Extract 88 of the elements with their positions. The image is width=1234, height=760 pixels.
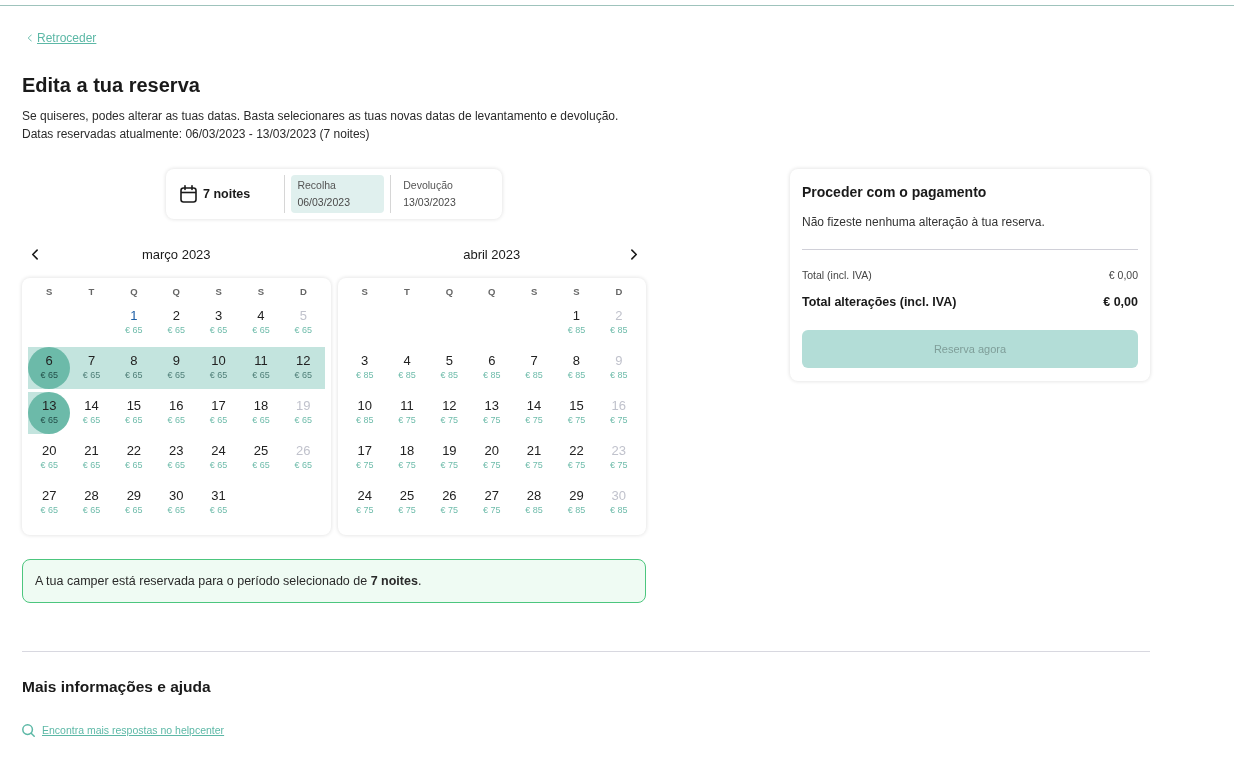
calendar-day[interactable]: 7 € 65	[70, 347, 113, 389]
calendar-icon	[180, 185, 197, 203]
calendar-day[interactable]: 22 € 75	[555, 437, 598, 479]
booking-notice: A tua camper está reservada para o período selecionado de 7 noites.	[22, 559, 646, 603]
calendar-day[interactable]: 6 € 85	[470, 347, 513, 389]
weekday-label: S	[214, 285, 223, 299]
price-value: € 0,00	[1103, 294, 1138, 311]
calendar-day[interactable]: 3 € 85	[343, 347, 386, 389]
calendar-day[interactable]: 19 € 75	[428, 437, 471, 479]
chevron-left-icon	[30, 248, 38, 260]
calendar-day[interactable]: 3 € 65	[197, 302, 240, 344]
payment-title: Proceder com o pagamento	[802, 183, 988, 201]
calendar-day[interactable]: 21 € 65	[70, 437, 113, 479]
weekday-label: S	[256, 285, 266, 299]
calendar-day[interactable]: 11 € 75	[385, 392, 429, 434]
calendar-day[interactable]: 13 € 75	[470, 392, 513, 434]
description-text: Datas reservadas atualmente: 06/03/2023 - 13/03/2023 (7 noites)	[22, 126, 371, 143]
calendar-day[interactable]: 5 € 85	[428, 347, 471, 389]
calendar-day[interactable]: 21 € 75	[512, 437, 556, 479]
calendar-day[interactable]: 27 € 75	[470, 482, 513, 524]
calendar-day[interactable]: 15 € 75	[555, 392, 598, 434]
month-title: março 2023	[140, 246, 212, 262]
calendar-day[interactable]: 18 € 65	[239, 392, 283, 434]
calendar-day[interactable]: 10 € 65	[197, 347, 240, 389]
calendar-day[interactable]: 2 € 65	[155, 302, 198, 344]
calendar-day[interactable]: 22 € 65	[112, 437, 156, 479]
calendar-day[interactable]: 12 € 65	[282, 347, 325, 389]
weekday-label: Q	[487, 285, 497, 299]
calendar-day[interactable]: 24 € 65	[197, 437, 240, 479]
calendar-day[interactable]: 17 € 75	[343, 437, 386, 479]
calendar-day[interactable]: 15 € 65	[112, 392, 156, 434]
calendar-day[interactable]: 1 € 85	[555, 302, 598, 344]
calendar-day[interactable]: 20 € 65	[28, 437, 71, 479]
weekday-label: Q	[129, 285, 139, 299]
weekday-label: Q	[171, 285, 181, 299]
calendar-day[interactable]: 30 € 65	[155, 482, 198, 524]
calendar-day[interactable]: 16 € 65	[155, 392, 198, 434]
weekday-label: D	[614, 285, 624, 299]
calendar-day[interactable]: 14 € 75	[512, 392, 556, 434]
calendar-day[interactable]: 23 € 65	[155, 437, 198, 479]
calendar-day[interactable]: 13 € 65	[28, 392, 71, 434]
calendar-day[interactable]: 17 € 65	[197, 392, 240, 434]
calendar-day[interactable]: 29 € 85	[555, 482, 598, 524]
weekday-label: T	[403, 285, 411, 299]
calendar-day[interactable]: 31 € 65	[197, 482, 240, 524]
calendar-day[interactable]: 1 € 65	[112, 302, 156, 344]
price-label: Total alterações (incl. IVA)	[802, 294, 957, 311]
date-field[interactable]: Recolha 06/03/2023	[291, 175, 385, 213]
page-title: Edita a tua reserva	[22, 73, 201, 97]
calendar-day[interactable]: 24 € 75	[343, 482, 386, 524]
calendar-day[interactable]: 28 € 85	[512, 482, 556, 524]
calendar-day[interactable]: 12 € 75	[428, 392, 471, 434]
calendar-day[interactable]: 26 € 75	[428, 482, 471, 524]
calendar-day[interactable]: 4 € 85	[385, 347, 429, 389]
price-value: € 0,00	[1108, 268, 1138, 282]
calendar-day[interactable]: 6 € 65	[28, 347, 71, 389]
calendar-day[interactable]: 11 € 65	[239, 347, 283, 389]
search-icon	[22, 723, 35, 737]
calendar-day[interactable]: 27 € 65	[28, 482, 71, 524]
payment-message: Não fizeste nenhuma alteração à tua reserva.	[802, 214, 1046, 230]
weekday-label: Q	[444, 285, 455, 299]
weekday-label: S	[360, 285, 369, 299]
calendar-day[interactable]: 25 € 75	[385, 482, 429, 524]
description-text: Se quiseres, podes alterar as tuas datas. Basta selecionares as tuas novas datas de levantamento e devolução.	[22, 108, 620, 125]
calendar-day[interactable]: 8 € 65	[112, 347, 156, 389]
calendar-day[interactable]: 28 € 65	[70, 482, 113, 524]
calendar-day[interactable]: 20 € 75	[470, 437, 513, 479]
nights-label: 7 noites	[203, 187, 251, 201]
price-label: Total (incl. IVA)	[802, 268, 872, 282]
chevron-left-icon	[27, 34, 32, 42]
help-title: Mais informações e ajuda	[22, 677, 212, 697]
weekday-label: D	[298, 285, 308, 299]
calendar-day[interactable]: 29 € 65	[112, 482, 156, 524]
calendar-day[interactable]: 14 € 65	[70, 392, 113, 434]
calendar-day[interactable]: 10 € 85	[343, 392, 386, 434]
weekday-label: S	[572, 285, 581, 299]
calendar-day[interactable]: 18 € 75	[385, 437, 429, 479]
calendar-day[interactable]: 7 € 85	[512, 347, 556, 389]
weekday-label: S	[45, 285, 54, 299]
month-title: abril 2023	[462, 246, 522, 262]
calendar-day[interactable]: 9 € 65	[155, 347, 198, 389]
date-field[interactable]: Devolução 13/03/2023	[397, 175, 490, 213]
calendar-day[interactable]: 25 € 65	[239, 437, 283, 479]
weekday-label: T	[87, 285, 96, 299]
weekday-label: S	[529, 285, 539, 299]
chevron-right-icon	[630, 248, 638, 260]
calendar-day[interactable]: 8 € 85	[555, 347, 598, 389]
calendar-day[interactable]: 4 € 65	[239, 302, 283, 344]
